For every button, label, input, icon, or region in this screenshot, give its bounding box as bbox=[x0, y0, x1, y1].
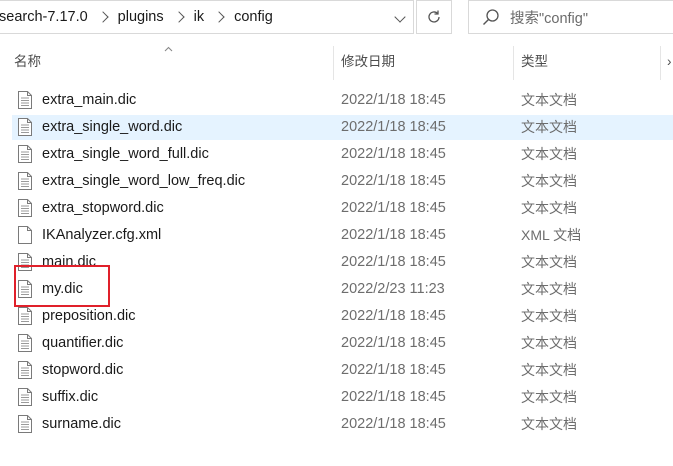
text-file-icon bbox=[18, 388, 32, 406]
file-type: 文本文档 bbox=[521, 146, 577, 162]
search-input[interactable]: 搜索"config" bbox=[510, 7, 588, 28]
refresh-icon bbox=[428, 10, 440, 23]
file-row[interactable]: quantifier.dic 2022/1/18 18:45 文本文档 bbox=[0, 330, 673, 357]
file-date: 2022/1/18 18:45 bbox=[341, 416, 446, 432]
file-row[interactable]: IKAnalyzer.cfg.xml 2022/1/18 18:45 XML 文… bbox=[0, 222, 673, 249]
file-name: IKAnalyzer.cfg.xml bbox=[42, 227, 162, 243]
file-name: stopword.dic bbox=[42, 362, 124, 378]
text-file-icon bbox=[18, 307, 32, 325]
file-name: extra_single_word.dic bbox=[42, 119, 183, 135]
file-row[interactable]: extra_single_word_low_freq.dic 2022/1/18… bbox=[0, 168, 673, 195]
file-type: 文本文档 bbox=[521, 281, 577, 297]
breadcrumb-item[interactable]: plugins bbox=[111, 9, 173, 25]
file-name: quantifier.dic bbox=[42, 335, 124, 351]
text-file-icon bbox=[18, 334, 32, 352]
file-row[interactable]: preposition.dic 2022/1/18 18:45 文本文档 bbox=[0, 303, 673, 330]
file-row[interactable]: extra_single_word_full.dic 2022/1/18 18:… bbox=[0, 141, 673, 168]
search-box[interactable]: 搜索"config" bbox=[468, 0, 673, 34]
column-header: 名称 修改日期 类型 › bbox=[0, 46, 673, 80]
file-date: 2022/2/23 11:23 bbox=[341, 281, 445, 297]
chevron-right-icon[interactable] bbox=[97, 11, 109, 23]
file-type: 文本文档 bbox=[521, 335, 577, 351]
file-date: 2022/1/18 18:45 bbox=[341, 119, 446, 135]
toolbar: search-7.17.0 plugins ik config 搜索"confi… bbox=[0, 0, 673, 36]
file-name: surname.dic bbox=[42, 416, 121, 432]
column-size[interactable]: › bbox=[667, 46, 672, 80]
file-row[interactable]: suffix.dic 2022/1/18 18:45 文本文档 bbox=[0, 384, 673, 411]
file-type: 文本文档 bbox=[521, 173, 577, 189]
column-date-modified[interactable]: 修改日期 bbox=[341, 46, 395, 80]
file-date: 2022/1/18 18:45 bbox=[341, 92, 446, 108]
file-name: suffix.dic bbox=[42, 389, 99, 405]
text-file-icon bbox=[18, 361, 32, 379]
file-type: 文本文档 bbox=[521, 119, 577, 135]
file-date: 2022/1/18 18:45 bbox=[341, 254, 446, 270]
file-name: preposition.dic bbox=[42, 308, 136, 324]
breadcrumb-item[interactable]: ik bbox=[187, 9, 213, 25]
breadcrumb-item[interactable]: config bbox=[227, 9, 282, 25]
text-file-icon bbox=[18, 415, 32, 433]
column-divider[interactable] bbox=[513, 46, 514, 80]
file-date: 2022/1/18 18:45 bbox=[341, 227, 446, 243]
column-divider[interactable] bbox=[660, 46, 661, 80]
file-type: 文本文档 bbox=[521, 362, 577, 378]
file-name: extra_single_word_low_freq.dic bbox=[42, 173, 246, 189]
file-name: extra_main.dic bbox=[42, 92, 137, 108]
chevron-right-icon[interactable] bbox=[213, 11, 225, 23]
column-type[interactable]: 类型 bbox=[521, 46, 548, 80]
file-type: 文本文档 bbox=[521, 389, 577, 405]
search-icon bbox=[483, 9, 499, 25]
sort-ascending-icon bbox=[164, 46, 173, 52]
file-date: 2022/1/18 18:45 bbox=[341, 200, 446, 216]
file-row[interactable]: extra_main.dic 2022/1/18 18:45 文本文档 bbox=[0, 87, 673, 114]
file-type: 文本文档 bbox=[521, 416, 577, 432]
file-type: 文本文档 bbox=[521, 308, 577, 324]
file-date: 2022/1/18 18:45 bbox=[341, 146, 446, 162]
column-name[interactable]: 名称 bbox=[14, 46, 41, 80]
chevron-right-icon[interactable] bbox=[172, 11, 185, 23]
chevron-down-icon[interactable] bbox=[394, 11, 406, 23]
address-bar[interactable]: search-7.17.0 plugins ik config bbox=[0, 0, 414, 34]
file-row[interactable]: surname.dic 2022/1/18 18:45 文本文档 bbox=[0, 411, 673, 438]
text-file-icon bbox=[18, 118, 32, 136]
text-file-icon bbox=[18, 145, 32, 163]
text-file-icon bbox=[18, 199, 32, 217]
file-name: extra_single_word_full.dic bbox=[42, 146, 209, 162]
file-date: 2022/1/18 18:45 bbox=[341, 308, 446, 324]
file-type: 文本文档 bbox=[521, 200, 577, 216]
file-date: 2022/1/18 18:45 bbox=[341, 335, 446, 351]
file-date: 2022/1/18 18:45 bbox=[341, 362, 446, 378]
annotation-highlight-box bbox=[14, 265, 110, 307]
file-date: 2022/1/18 18:45 bbox=[341, 173, 446, 189]
file-type: XML 文档 bbox=[521, 227, 582, 243]
file-row[interactable]: stopword.dic 2022/1/18 18:45 文本文档 bbox=[0, 357, 673, 384]
file-type: 文本文档 bbox=[521, 92, 577, 108]
text-file-icon bbox=[18, 91, 32, 109]
text-file-icon bbox=[18, 172, 32, 190]
file-type: 文本文档 bbox=[521, 254, 577, 270]
breadcrumb-item[interactable]: search-7.17.0 bbox=[0, 9, 97, 25]
file-row[interactable]: extra_single_word.dic 2022/1/18 18:45 文本… bbox=[0, 114, 673, 141]
refresh-button[interactable] bbox=[416, 0, 452, 34]
column-divider[interactable] bbox=[333, 46, 334, 80]
file-list: extra_main.dic 2022/1/18 18:45 文本文档 extr… bbox=[0, 87, 673, 438]
xml-file-icon bbox=[18, 226, 32, 244]
file-row[interactable]: extra_stopword.dic 2022/1/18 18:45 文本文档 bbox=[0, 195, 673, 222]
file-name: extra_stopword.dic bbox=[42, 200, 164, 216]
file-date: 2022/1/18 18:45 bbox=[341, 389, 446, 405]
